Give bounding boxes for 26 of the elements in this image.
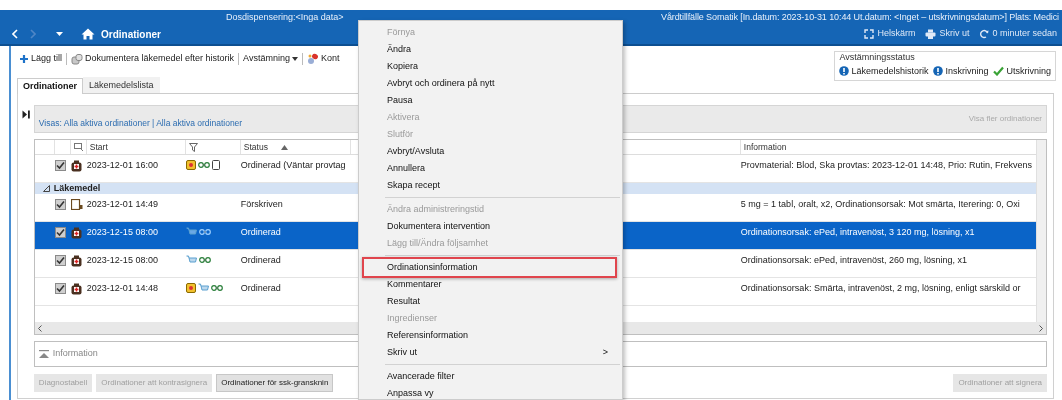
table-cell: Ordinationsorsak: ePed, intravenöst, 260 mg, lösning, x1 [740, 255, 967, 265]
submenu-arrow-icon: > [602, 344, 608, 361]
table-cell: Ordinationsorsak: ePed, intravenöst, 3 120 mg, lösning, x1 [740, 227, 975, 237]
window-title-text: Dosdispensering:<Inga data> [226, 11, 344, 24]
status-group-title: Avstämningsstatus [839, 51, 916, 64]
table-cell: Ordinerad [240, 227, 281, 237]
page-title: Ordinationer [101, 27, 161, 42]
table-cell: Provmaterial: Blod, Ska provtas: 2023-12-01 14:48, Prio: Rutin, Frekvens [740, 160, 1032, 170]
table-cell: Ordinerad (Väntar provtag [240, 160, 346, 170]
table-cell: 2023-12-15 08:00 [86, 255, 158, 265]
table-cell: Ordinerad [240, 255, 281, 265]
group-label: Läkemedel [53, 181, 101, 195]
status-label: Inskrivning [945, 64, 989, 78]
table-cell: Ordinerad [240, 283, 281, 293]
window-title-text: Vårdtillfälle Somatik [In.datum: 2023-10-31 10:44 Ut.datum: <Inget – utskrivningsdatum>] Plats: Medici [661, 11, 1059, 24]
table-cell: 2023-12-15 08:00 [86, 227, 158, 237]
table-cell: 2023-12-01 16:00 [86, 160, 158, 170]
status-label: Utskrivning [1006, 64, 1051, 78]
table-cell: 5 mg = 1 tabl, oralt, x2, Ordinationsorsak: Mot smärta, Iterering: 0, Oxi [740, 199, 1020, 209]
filter-text: Visas: Alla aktiva ordinationer | Alla aktiva ordinationer [38, 116, 243, 130]
table-cell: Ordinationsorsak: Smärta, intravenöst, 2 mg, lösning, enligt särskild or [740, 283, 1021, 293]
status-label: Läkemedelshistorik [851, 64, 929, 78]
table-cell: 2023-12-01 14:49 [86, 199, 158, 209]
table-cell: 2023-12-01 14:48 [86, 283, 158, 293]
table-cell: Förskriven [240, 199, 283, 209]
panel-title: Information [52, 347, 98, 361]
